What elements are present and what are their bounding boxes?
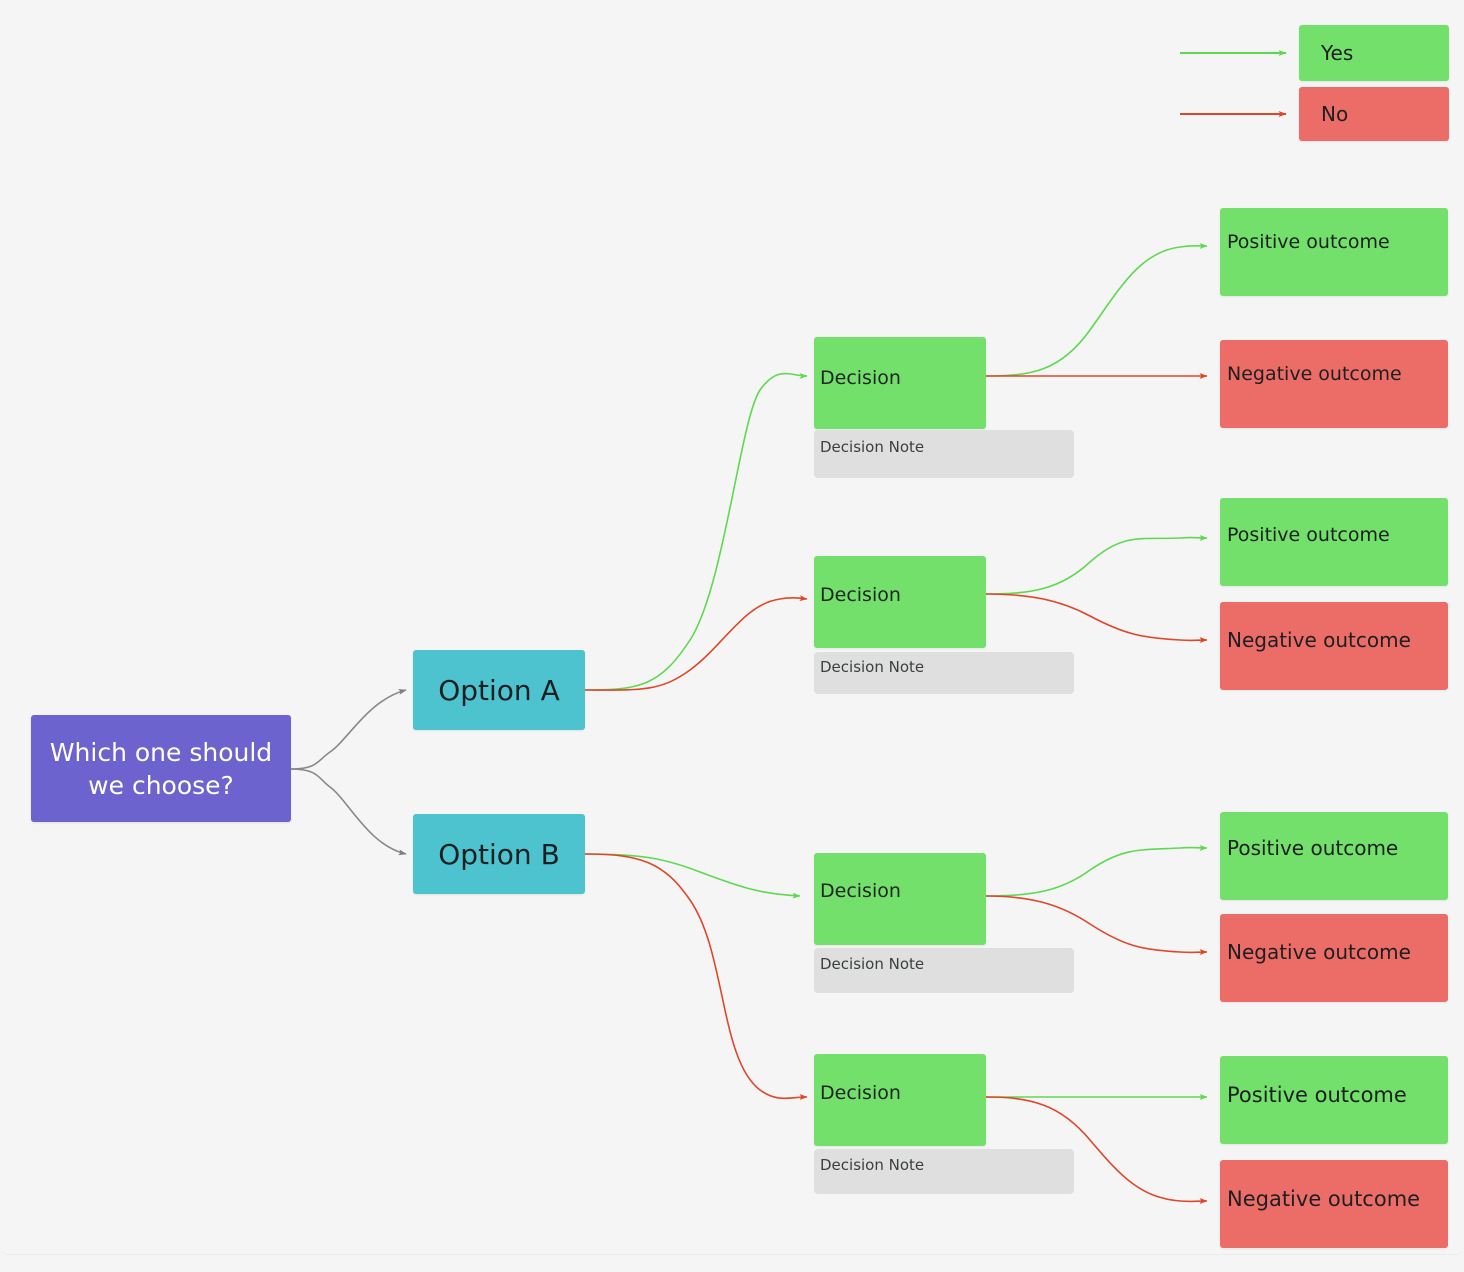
outcome-1-label: Positive outcome (1227, 231, 1390, 253)
node-decision-1-note[interactable]: Decision Note (814, 430, 1074, 478)
node-outcome-positive-4[interactable]: Positive outcome (1220, 1056, 1448, 1144)
node-option-a[interactable]: Option A (413, 650, 585, 730)
node-root-question[interactable]: Which one should we choose? (31, 715, 291, 822)
node-decision-1[interactable]: Decision (814, 337, 986, 429)
legend-box-yes[interactable]: Yes (1299, 25, 1449, 81)
node-decision-3-note[interactable]: Decision Note (814, 948, 1074, 993)
legend-box-no[interactable]: No (1299, 87, 1449, 141)
option-b-label: Option B (438, 837, 560, 871)
node-decision-2-note[interactable]: Decision Note (814, 652, 1074, 694)
decision-1-label: Decision (820, 367, 901, 389)
outcome-3-label: Positive outcome (1227, 524, 1390, 546)
decision-1-note-label: Decision Note (820, 438, 925, 456)
decision-3-note-label: Decision Note (820, 955, 925, 973)
root-label: Which one should we choose? (49, 737, 273, 800)
node-outcome-positive-2[interactable]: Positive outcome (1220, 498, 1448, 586)
diagram-canvas[interactable]: Yes No Which one should we choose? Optio… (0, 0, 1464, 1272)
node-outcome-negative-3[interactable]: Negative outcome (1220, 914, 1448, 1002)
decision-2-label: Decision (820, 584, 901, 606)
decision-2-note-label: Decision Note (820, 658, 925, 676)
outcome-2-label: Negative outcome (1227, 363, 1402, 385)
decision-4-note-label: Decision Note (820, 1156, 925, 1174)
outcome-6-label: Negative outcome (1227, 940, 1411, 964)
decision-4-label: Decision (820, 1082, 901, 1104)
node-decision-4-note[interactable]: Decision Note (814, 1149, 1074, 1194)
node-decision-4[interactable]: Decision (814, 1054, 986, 1146)
outcome-5-label: Positive outcome (1227, 836, 1399, 860)
option-a-label: Option A (438, 673, 560, 707)
node-decision-3[interactable]: Decision (814, 853, 986, 945)
legend-label-yes: Yes (1321, 41, 1354, 65)
node-decision-2[interactable]: Decision (814, 556, 986, 648)
legend-label-no: No (1321, 102, 1349, 126)
node-option-b[interactable]: Option B (413, 814, 585, 894)
outcome-4-label: Negative outcome (1227, 628, 1411, 652)
outcome-7-label: Positive outcome (1227, 1083, 1407, 1107)
decision-3-label: Decision (820, 880, 901, 902)
outcome-8-label: Negative outcome (1227, 1187, 1421, 1211)
node-outcome-negative-4[interactable]: Negative outcome (1220, 1160, 1448, 1248)
node-outcome-positive-3[interactable]: Positive outcome (1220, 812, 1448, 900)
node-outcome-negative-2[interactable]: Negative outcome (1220, 602, 1448, 690)
node-outcome-negative-1[interactable]: Negative outcome (1220, 340, 1448, 428)
node-outcome-positive-1[interactable]: Positive outcome (1220, 208, 1448, 296)
